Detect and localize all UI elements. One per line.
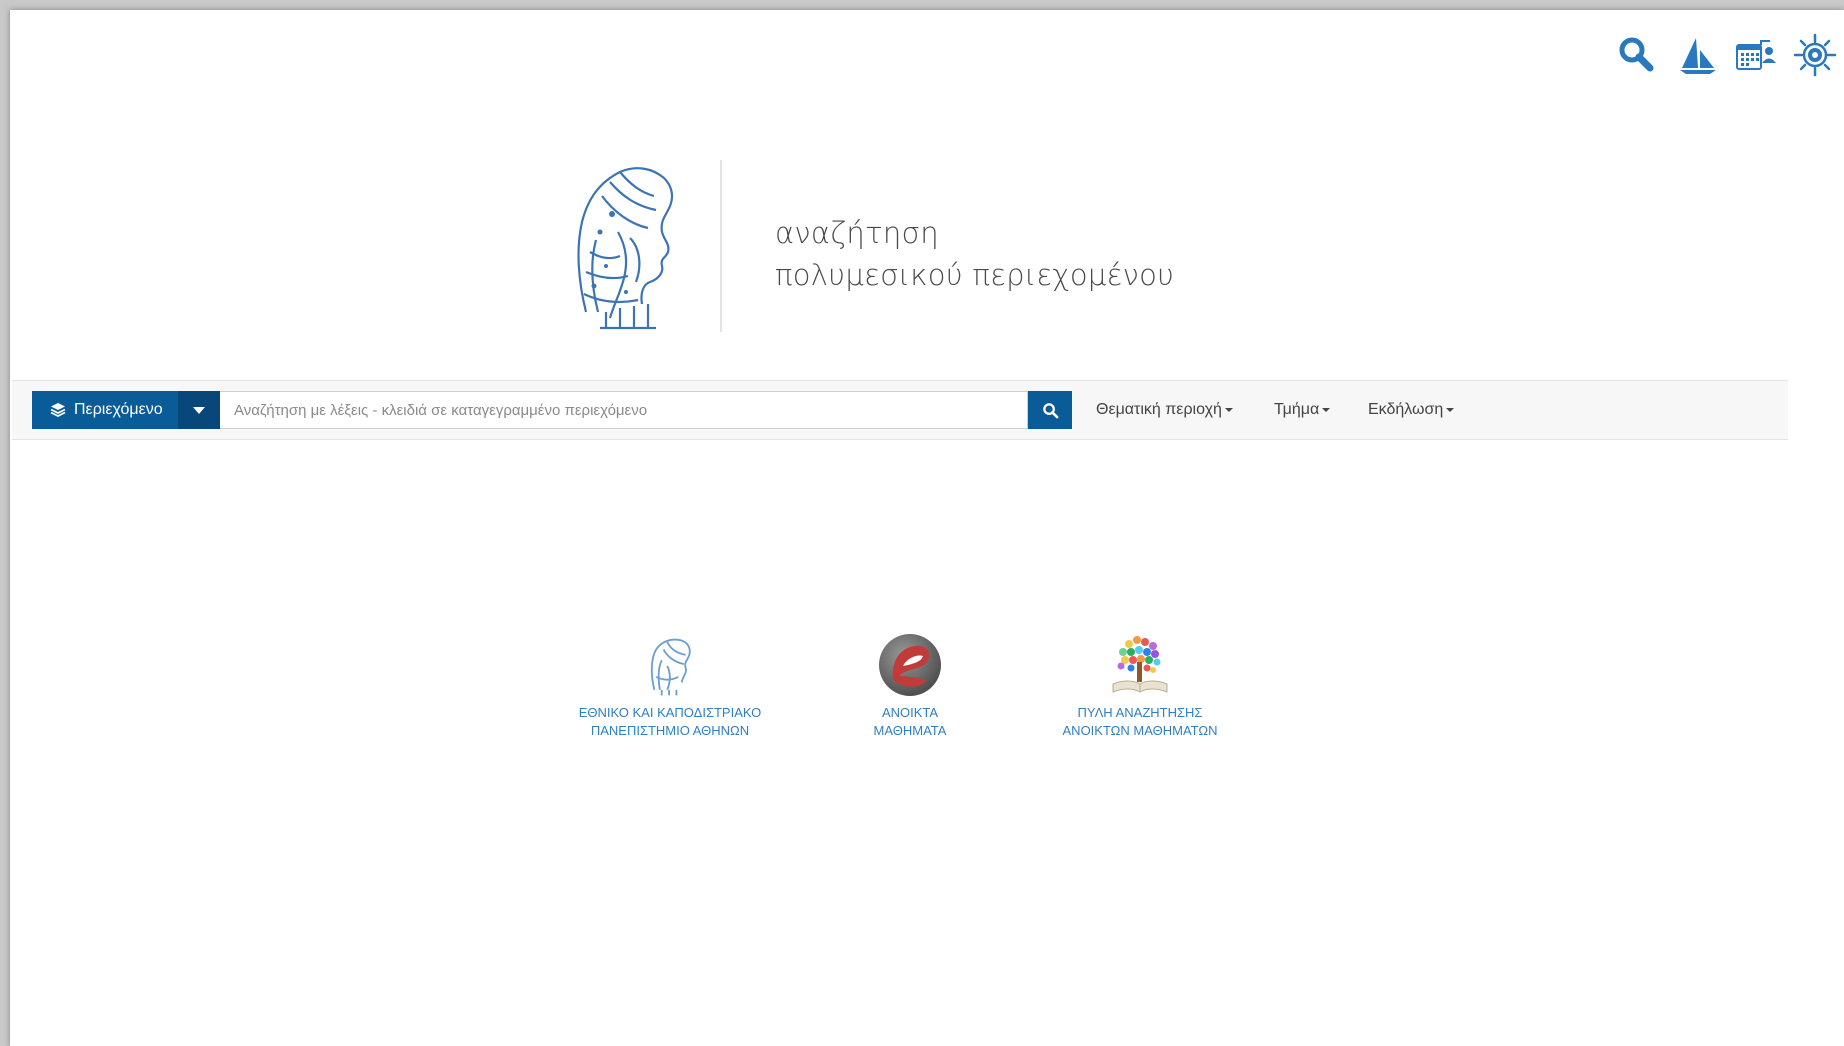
content-type-button[interactable]: Περιεχόμενο bbox=[32, 391, 178, 429]
open-courses-logo bbox=[879, 634, 941, 696]
partner-open-courses-line1: ΑΝΟΙΚΤΑ bbox=[881, 705, 939, 720]
partner-opencourses-portal-line1: ΠΥΛΗ ΑΝΑΖΗΤΗΣΗΣ bbox=[1077, 705, 1203, 720]
page: αναζήτηση πολυμεσικού περιεχομένου Περιε… bbox=[10, 10, 1844, 1046]
search-icon[interactable] bbox=[1614, 32, 1660, 78]
search-button[interactable] bbox=[1028, 391, 1072, 429]
athena-logo bbox=[577, 167, 674, 330]
subject-area-label: Θεματική περιοχή bbox=[1096, 401, 1222, 418]
event-label: Εκδήλωση bbox=[1368, 401, 1444, 418]
sun-gear-icon[interactable] bbox=[1792, 32, 1838, 78]
caret-down-icon bbox=[1446, 407, 1455, 412]
partner-uoa-line2: ΠΑΝΕΠΙΣΤΗΜΙΟ ΑΘΗΝΩΝ bbox=[590, 723, 750, 738]
event-dropdown[interactable]: Εκδήλωση bbox=[1368, 391, 1455, 429]
partner-opencourses-portal-link[interactable]: ΠΥΛΗ ΑΝΑΖΗΤΗΣΗΣ ΑΝΟΙΚΤΩΝ ΜΑΘΗΜΑΤΩΝ bbox=[1050, 632, 1230, 740]
partner-uoa-label: ΕΘΝΙΚΟ ΚΑΙ ΚΑΠΟΔΙΣΤΡΙΑΚΟ ΠΑΝΕΠΙΣΤΗΜΙΟ ΑΘ… bbox=[570, 704, 770, 740]
search-icon bbox=[1042, 402, 1058, 418]
partner-open-courses-line2: ΜΑΘΗΜΑΤΑ bbox=[873, 723, 947, 738]
content-type-dropdown-toggle[interactable] bbox=[178, 391, 220, 429]
department-dropdown[interactable]: Τμήμα bbox=[1274, 391, 1331, 429]
partner-opencourses-portal-label: ΠΥΛΗ ΑΝΑΖΗΤΗΣΗΣ ΑΝΟΙΚΤΩΝ ΜΑΘΗΜΑΤΩΝ bbox=[1050, 704, 1230, 740]
department-label: Τμήμα bbox=[1274, 401, 1320, 418]
caret-down-icon bbox=[1224, 407, 1233, 412]
caret-down-icon bbox=[1322, 407, 1331, 412]
calendar-user-icon[interactable] bbox=[1732, 32, 1778, 78]
header-divider bbox=[720, 160, 722, 332]
partner-opencourses-portal-line2: ΑΝΟΙΚΤΩΝ ΜΑΘΗΜΑΤΩΝ bbox=[1062, 723, 1218, 738]
partner-open-courses-link[interactable]: ΑΝΟΙΚΤΑ ΜΑΘΗΜΑΤΑ bbox=[840, 632, 980, 740]
subject-area-dropdown[interactable]: Θεματική περιοχή bbox=[1096, 391, 1233, 429]
uoa-logo bbox=[650, 638, 691, 696]
page-title: αναζήτηση πολυμεσικού περιεχομένου bbox=[775, 212, 1174, 296]
header: αναζήτηση πολυμεσικού περιεχομένου bbox=[570, 150, 1270, 340]
content-type-label: Περιεχόμενο bbox=[74, 401, 163, 418]
search-input[interactable] bbox=[220, 391, 1028, 429]
layers-icon bbox=[50, 402, 66, 418]
partner-uoa-line1: ΕΘΝΙΚΟ ΚΑΙ ΚΑΠΟΔΙΣΤΡΙΑΚΟ bbox=[578, 705, 762, 720]
title-line-1: αναζήτηση bbox=[775, 216, 939, 250]
sailboat-icon[interactable] bbox=[1674, 32, 1720, 78]
caret-down-icon bbox=[193, 406, 205, 414]
partner-uoa-link[interactable]: ΕΘΝΙΚΟ ΚΑΙ ΚΑΠΟΔΙΣΤΡΙΑΚΟ ΠΑΝΕΠΙΣΤΗΜΙΟ ΑΘ… bbox=[570, 632, 770, 740]
partner-open-courses-label: ΑΝΟΙΚΤΑ ΜΑΘΗΜΑΤΑ bbox=[840, 704, 980, 740]
title-line-2: πολυμεσικού περιεχομένου bbox=[775, 258, 1175, 292]
knowledge-tree-logo bbox=[1112, 636, 1168, 693]
top-toolbar bbox=[1584, 32, 1844, 78]
search-bar: Περιεχόμενο Θεματική περιοχή Τμήμα Εκδήλ… bbox=[12, 380, 1788, 440]
